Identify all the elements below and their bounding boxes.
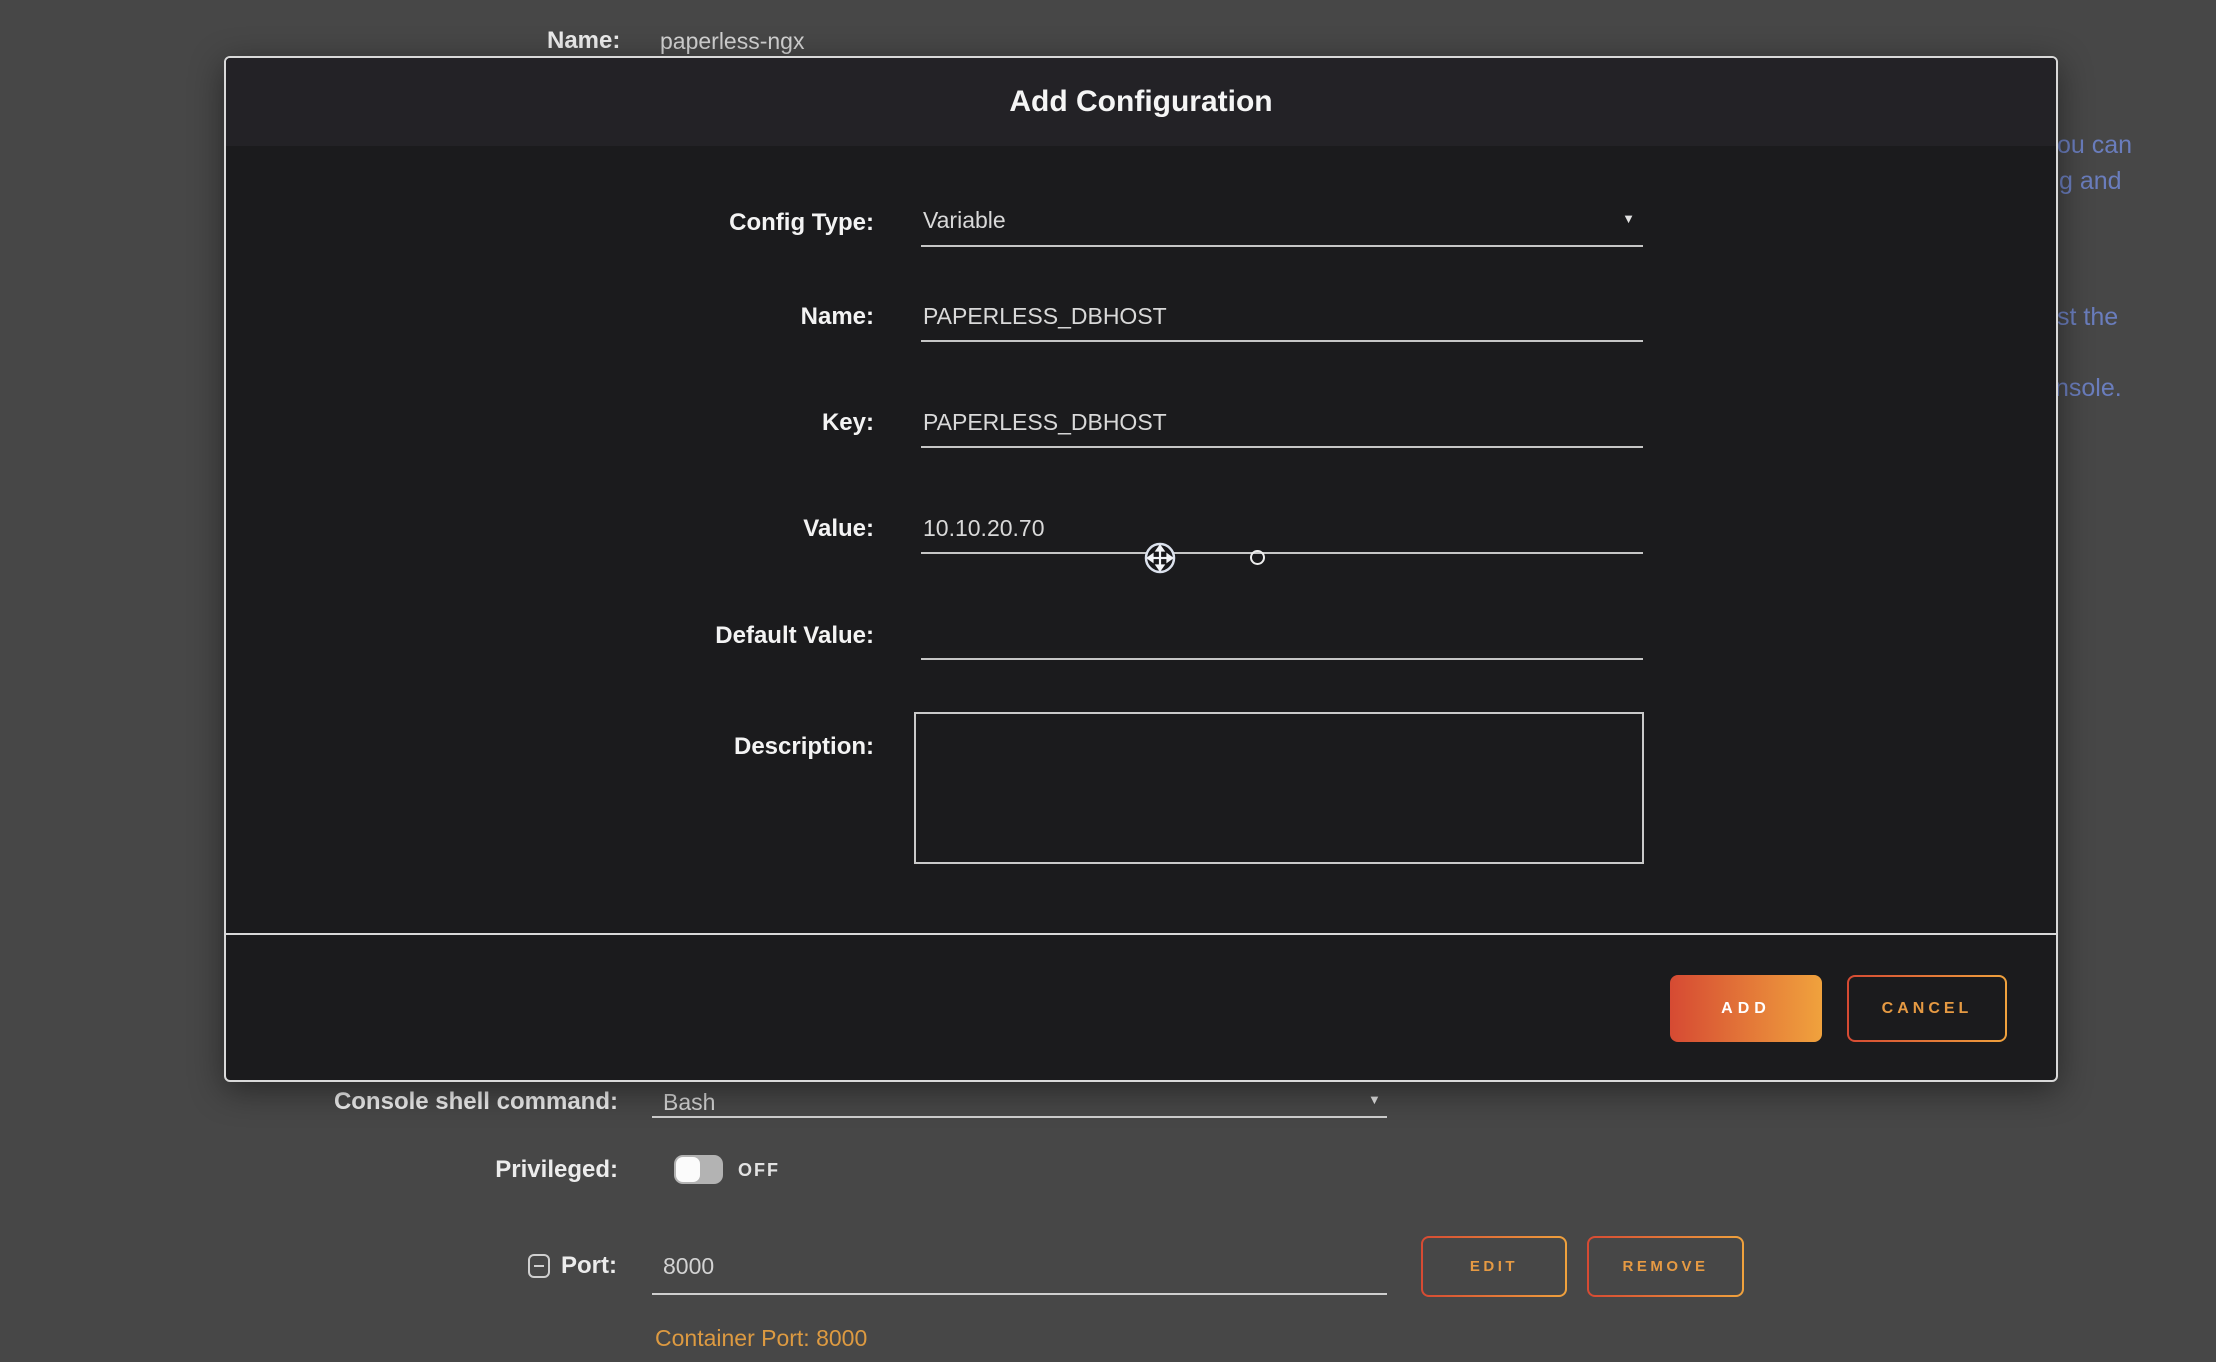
port-underline [652, 1293, 1387, 1295]
chevron-down-icon[interactable]: ▼ [1368, 1092, 1381, 1107]
add-button[interactable]: ADD [1670, 975, 1822, 1042]
toggle-knob [676, 1157, 700, 1182]
cancel-button[interactable]: CANCEL [1847, 975, 2007, 1042]
privileged-label: Privileged: [495, 1156, 618, 1184]
screen: Name: paperless-ngx ou can g and st the … [0, 0, 2216, 1362]
key-input[interactable] [921, 404, 1643, 448]
default-value-input[interactable] [921, 616, 1643, 660]
value-label: Value: [803, 515, 874, 543]
dialog-title: Add Configuration [1009, 85, 1272, 119]
remove-button[interactable]: REMOVE [1587, 1236, 1744, 1297]
move-cursor-icon [1143, 541, 1177, 575]
port-label: Port: [561, 1252, 617, 1280]
add-configuration-dialog: Add Configuration Config Type: Variable … [224, 56, 2058, 1082]
help-text-fragment: nsole. [2055, 374, 2122, 403]
container-port-note: Container Port: 8000 [655, 1325, 867, 1352]
console-shell-underline [652, 1116, 1387, 1118]
pointer-dot-cursor [1250, 550, 1265, 565]
default-value-label: Default Value: [715, 622, 874, 650]
help-text-fragment: st the [2057, 303, 2118, 332]
footer-divider [226, 933, 2056, 935]
description-textarea[interactable] [914, 712, 1644, 864]
edit-button[interactable]: EDIT [1421, 1236, 1567, 1297]
privileged-toggle[interactable] [674, 1155, 723, 1184]
bg-name-value: paperless-ngx [660, 28, 804, 55]
config-type-value: Variable [923, 207, 1006, 234]
console-shell-value[interactable]: Bash [663, 1089, 715, 1116]
console-shell-label: Console shell command: [334, 1088, 618, 1116]
config-type-label: Config Type: [729, 209, 874, 237]
port-value[interactable]: 8000 [663, 1253, 714, 1280]
dialog-header: Add Configuration [226, 58, 2056, 146]
name-input[interactable] [921, 298, 1643, 342]
privileged-state: OFF [738, 1160, 780, 1181]
value-input[interactable] [921, 510, 1643, 554]
collapse-minus-icon[interactable] [528, 1254, 550, 1278]
bg-name-label: Name: [547, 27, 620, 55]
help-text-fragment: g and [2059, 167, 2122, 196]
chevron-down-icon: ▼ [1622, 211, 1635, 226]
description-label: Description: [734, 733, 874, 761]
config-type-select[interactable]: Variable ▼ [921, 203, 1643, 247]
key-label: Key: [822, 409, 874, 437]
name-label: Name: [801, 303, 874, 331]
help-text-fragment: ou can [2057, 131, 2132, 160]
